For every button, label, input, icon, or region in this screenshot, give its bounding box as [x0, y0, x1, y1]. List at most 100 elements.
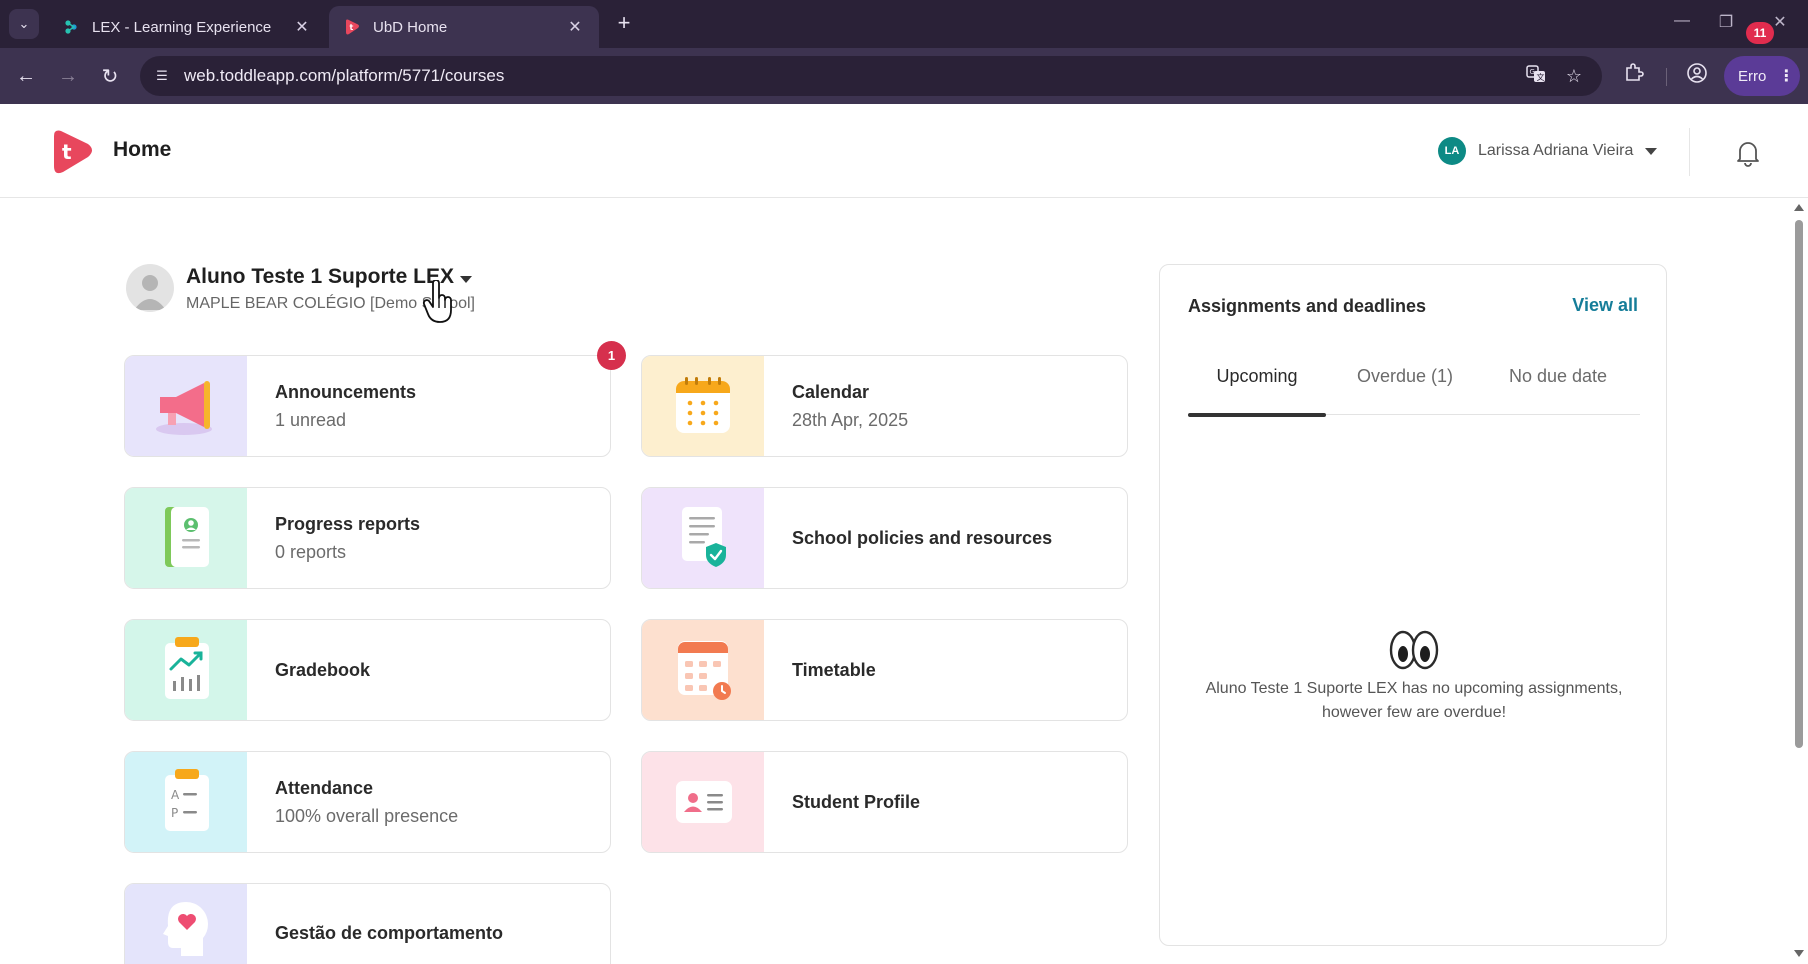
url-text[interactable]: web.toddleapp.com/platform/5771/courses: [184, 66, 504, 86]
card-text: Announcements 1 unread: [275, 356, 416, 456]
svg-text:t: t: [62, 140, 72, 164]
back-arrow-icon[interactable]: ←: [12, 62, 40, 90]
avatar: LA: [1438, 137, 1466, 165]
profile-account-icon[interactable]: [1683, 62, 1711, 90]
card-text: Attendance 100% overall presence: [275, 752, 458, 852]
card-title: Attendance: [275, 777, 374, 798]
toddle-favicon-icon: t: [343, 18, 361, 36]
browser-toolbar: ← → ↻ ☰ web.toddleapp.com/platform/5771/…: [0, 48, 1808, 104]
panel-title: Assignments and deadlines: [1188, 296, 1427, 316]
card-behaviour[interactable]: Gestão de comportamento: [124, 883, 611, 964]
megaphone-icon: [125, 356, 247, 456]
student-avatar: [126, 264, 174, 312]
report-book-icon: [125, 488, 247, 588]
svg-text:文: 文: [1537, 72, 1545, 82]
plus-icon: +: [617, 10, 631, 35]
card-student-profile[interactable]: Student Profile: [641, 751, 1128, 853]
restore-window-icon[interactable]: ❐: [1714, 12, 1738, 32]
card-title: Calendar: [792, 381, 870, 402]
gradebook-chart-icon: [125, 620, 247, 720]
lex-favicon-icon: [62, 18, 80, 36]
card-text: Calendar 28th Apr, 2025: [792, 356, 908, 456]
svg-text:A: A: [171, 788, 180, 802]
card-subtitle: 0 reports: [275, 541, 347, 562]
attendance-clipboard-icon: A P: [125, 752, 247, 852]
card-text: Timetable: [792, 620, 876, 720]
notification-count-badge: 11: [1746, 22, 1774, 44]
card-subtitle: 1 unread: [275, 409, 347, 430]
card-timetable[interactable]: Timetable: [641, 619, 1128, 721]
unread-count-badge: 1: [597, 341, 626, 370]
app-header: t Home LA Larissa Adriana Vieira: [0, 104, 1808, 198]
card-title: Student Profile: [792, 791, 921, 812]
view-all-link[interactable]: View all: [1572, 295, 1638, 316]
translate-icon[interactable]: 文G: [1524, 64, 1548, 88]
tab-upcoming[interactable]: Upcoming: [1188, 365, 1326, 417]
hand-pointer-cursor-icon: [422, 279, 456, 324]
card-subtitle: 100% overall presence: [275, 805, 459, 826]
svg-text:G: G: [1530, 68, 1535, 76]
bell-icon[interactable]: [1733, 138, 1763, 168]
tab-title: LEX - Learning Experience: [92, 18, 272, 36]
browser-tab-ubd-home[interactable]: t UbD Home ✕: [329, 6, 599, 48]
close-icon[interactable]: ✕: [292, 17, 312, 37]
forward-arrow-icon[interactable]: →: [54, 62, 82, 90]
card-text: Gradebook: [275, 620, 370, 720]
scroll-up-arrow-icon[interactable]: [1794, 204, 1804, 211]
tab-search-button[interactable]: ⌄: [9, 9, 39, 39]
card-title: Gestão de comportamento: [275, 922, 504, 943]
card-progress-reports[interactable]: Progress reports 0 reports: [124, 487, 611, 589]
card-text: Progress reports 0 reports: [275, 488, 420, 588]
profile-error-button[interactable]: Erro ⋮: [1724, 56, 1800, 96]
card-title: Announcements: [275, 381, 417, 402]
user-menu[interactable]: LA Larissa Adriana Vieira: [1438, 136, 1658, 166]
scroll-down-arrow-icon[interactable]: [1794, 950, 1804, 957]
browser-tab-lex[interactable]: LEX - Learning Experience ✕: [48, 6, 326, 48]
card-title: Timetable: [792, 659, 876, 680]
toolbar-separator: [1666, 68, 1667, 86]
card-subtitle: 28th Apr, 2025: [792, 409, 909, 430]
tab-title: UbD Home: [373, 18, 448, 36]
card-text: Gestão de comportamento: [275, 884, 503, 964]
card-title: Progress reports: [275, 513, 421, 534]
tab-overdue[interactable]: Overdue (1): [1336, 365, 1474, 415]
assignment-tabs: Upcoming Overdue (1) No due date: [1188, 365, 1640, 417]
card-text: Student Profile: [792, 752, 920, 852]
caret-down-icon: [1645, 147, 1658, 155]
bookmark-star-icon[interactable]: ☆: [1562, 64, 1586, 88]
svg-text:t: t: [350, 23, 354, 32]
card-calendar[interactable]: Calendar 28th Apr, 2025: [641, 355, 1128, 457]
svg-text:P: P: [171, 806, 178, 820]
policy-document-icon: [642, 488, 764, 588]
header-divider: [1689, 128, 1690, 176]
close-icon[interactable]: ✕: [565, 17, 585, 37]
toddle-logo-icon[interactable]: t: [46, 126, 96, 176]
card-school-policies[interactable]: School policies and resources: [641, 487, 1128, 589]
card-attendance[interactable]: A P Attendance 100% overall presence: [124, 751, 611, 853]
more-vertical-icon: ⋮: [1778, 68, 1795, 85]
browser-tab-strip: ⌄ LEX - Learning Experience ✕ t UbD Home…: [0, 0, 1808, 48]
tab-label: Overdue (1): [1356, 366, 1454, 386]
behaviour-heart-icon: [125, 884, 247, 964]
scrollbar-thumb[interactable]: [1795, 220, 1803, 748]
profile-error-label: Erro: [1738, 67, 1767, 85]
student-name: Aluno Teste 1 Suporte LEX: [186, 265, 454, 288]
site-info-icon[interactable]: ☰: [152, 66, 172, 86]
active-tab-indicator: [1188, 413, 1326, 417]
minimize-window-icon[interactable]: —: [1670, 12, 1694, 30]
caret-down-icon[interactable]: [460, 276, 472, 283]
reload-icon[interactable]: ↻: [96, 62, 124, 90]
new-tab-button[interactable]: +: [612, 12, 636, 36]
card-title: Gradebook: [275, 659, 371, 680]
address-bar[interactable]: ☰ web.toddleapp.com/platform/5771/course…: [140, 56, 1602, 96]
tab-no-due-date[interactable]: No due date: [1484, 365, 1632, 415]
card-announcements[interactable]: Announcements 1 unread: [124, 355, 611, 457]
page-title: Home: [113, 138, 172, 161]
card-gradebook[interactable]: Gradebook: [124, 619, 611, 721]
tab-label: No due date: [1508, 366, 1608, 386]
empty-state-message: Aluno Teste 1 Suporte LEX has no upcomin…: [1205, 680, 1623, 721]
extensions-puzzle-icon[interactable]: [1620, 62, 1648, 90]
card-title: School policies and resources: [792, 527, 1053, 548]
id-card-icon: [642, 752, 764, 852]
timetable-icon: [642, 620, 764, 720]
